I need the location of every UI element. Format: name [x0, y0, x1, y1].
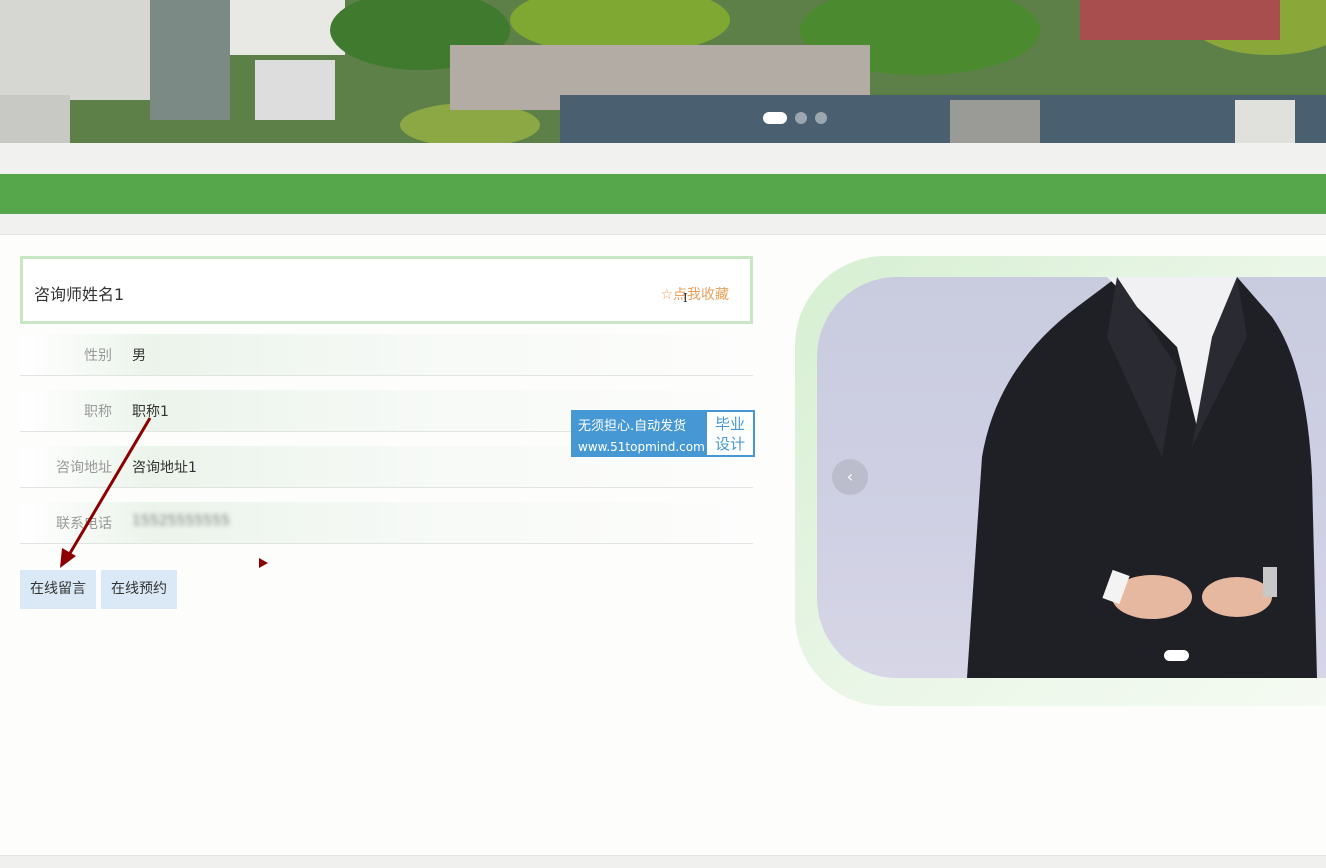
- watermark-right-bottom: 设计: [714, 435, 745, 453]
- info-value: 职称1: [132, 404, 169, 420]
- banner-bottom-band: [0, 143, 1326, 174]
- info-label: 联系电话: [56, 516, 112, 532]
- banner-indicator-1[interactable]: [763, 112, 787, 124]
- content-top-band: [0, 214, 1326, 235]
- info-value: 咨询地址1: [132, 460, 197, 476]
- info-label: 咨询地址: [56, 460, 112, 476]
- nav-green-bar: [0, 174, 1326, 214]
- text-cursor-icon: I: [683, 291, 688, 305]
- counselor-photo: [817, 277, 1326, 678]
- online-booking-button[interactable]: 在线预约: [101, 570, 177, 609]
- info-row-phone: 联系电话 15525555555: [20, 502, 753, 544]
- annotation-pointer-icon: [259, 558, 268, 568]
- banner-image: [0, 0, 1326, 143]
- counselor-title-box: 咨询师姓名1 ☆点我收藏: [20, 256, 753, 324]
- info-value-blurred: 15525555555: [132, 513, 230, 529]
- info-label: 性别: [84, 348, 112, 364]
- online-message-button[interactable]: 在线留言: [20, 570, 96, 609]
- page-footer-band: [0, 855, 1326, 868]
- banner-indicator-2[interactable]: [795, 112, 807, 124]
- info-label: 职称: [84, 404, 112, 420]
- banner-indicators: [763, 112, 827, 124]
- watermark-line2: www.51topmind.com: [578, 440, 705, 454]
- watermark-side: 毕业 设计: [707, 412, 753, 455]
- watermark-line1: 无须担心.自动发货: [578, 419, 687, 434]
- counselor-photo-image: [967, 277, 1317, 678]
- banner-indicator-3[interactable]: [815, 112, 827, 124]
- counselor-name: 咨询师姓名1: [34, 285, 125, 304]
- info-value: 男: [132, 348, 146, 364]
- favorite-button[interactable]: ☆点我收藏: [660, 284, 729, 304]
- carousel-prev-button[interactable]: ‹: [832, 459, 868, 495]
- watermark-text: 无须担心.自动发货 www.51topmind.com: [573, 412, 707, 455]
- watermark-right-top: 毕业: [714, 415, 745, 433]
- info-row-gender: 性别 男: [20, 334, 753, 376]
- watermark-badge: 无须担心.自动发货 www.51topmind.com 毕业 设计: [571, 410, 755, 457]
- annotation-arrow-head: [60, 548, 76, 568]
- top-banner: [0, 0, 1326, 143]
- carousel-indicator-1[interactable]: [1164, 650, 1189, 661]
